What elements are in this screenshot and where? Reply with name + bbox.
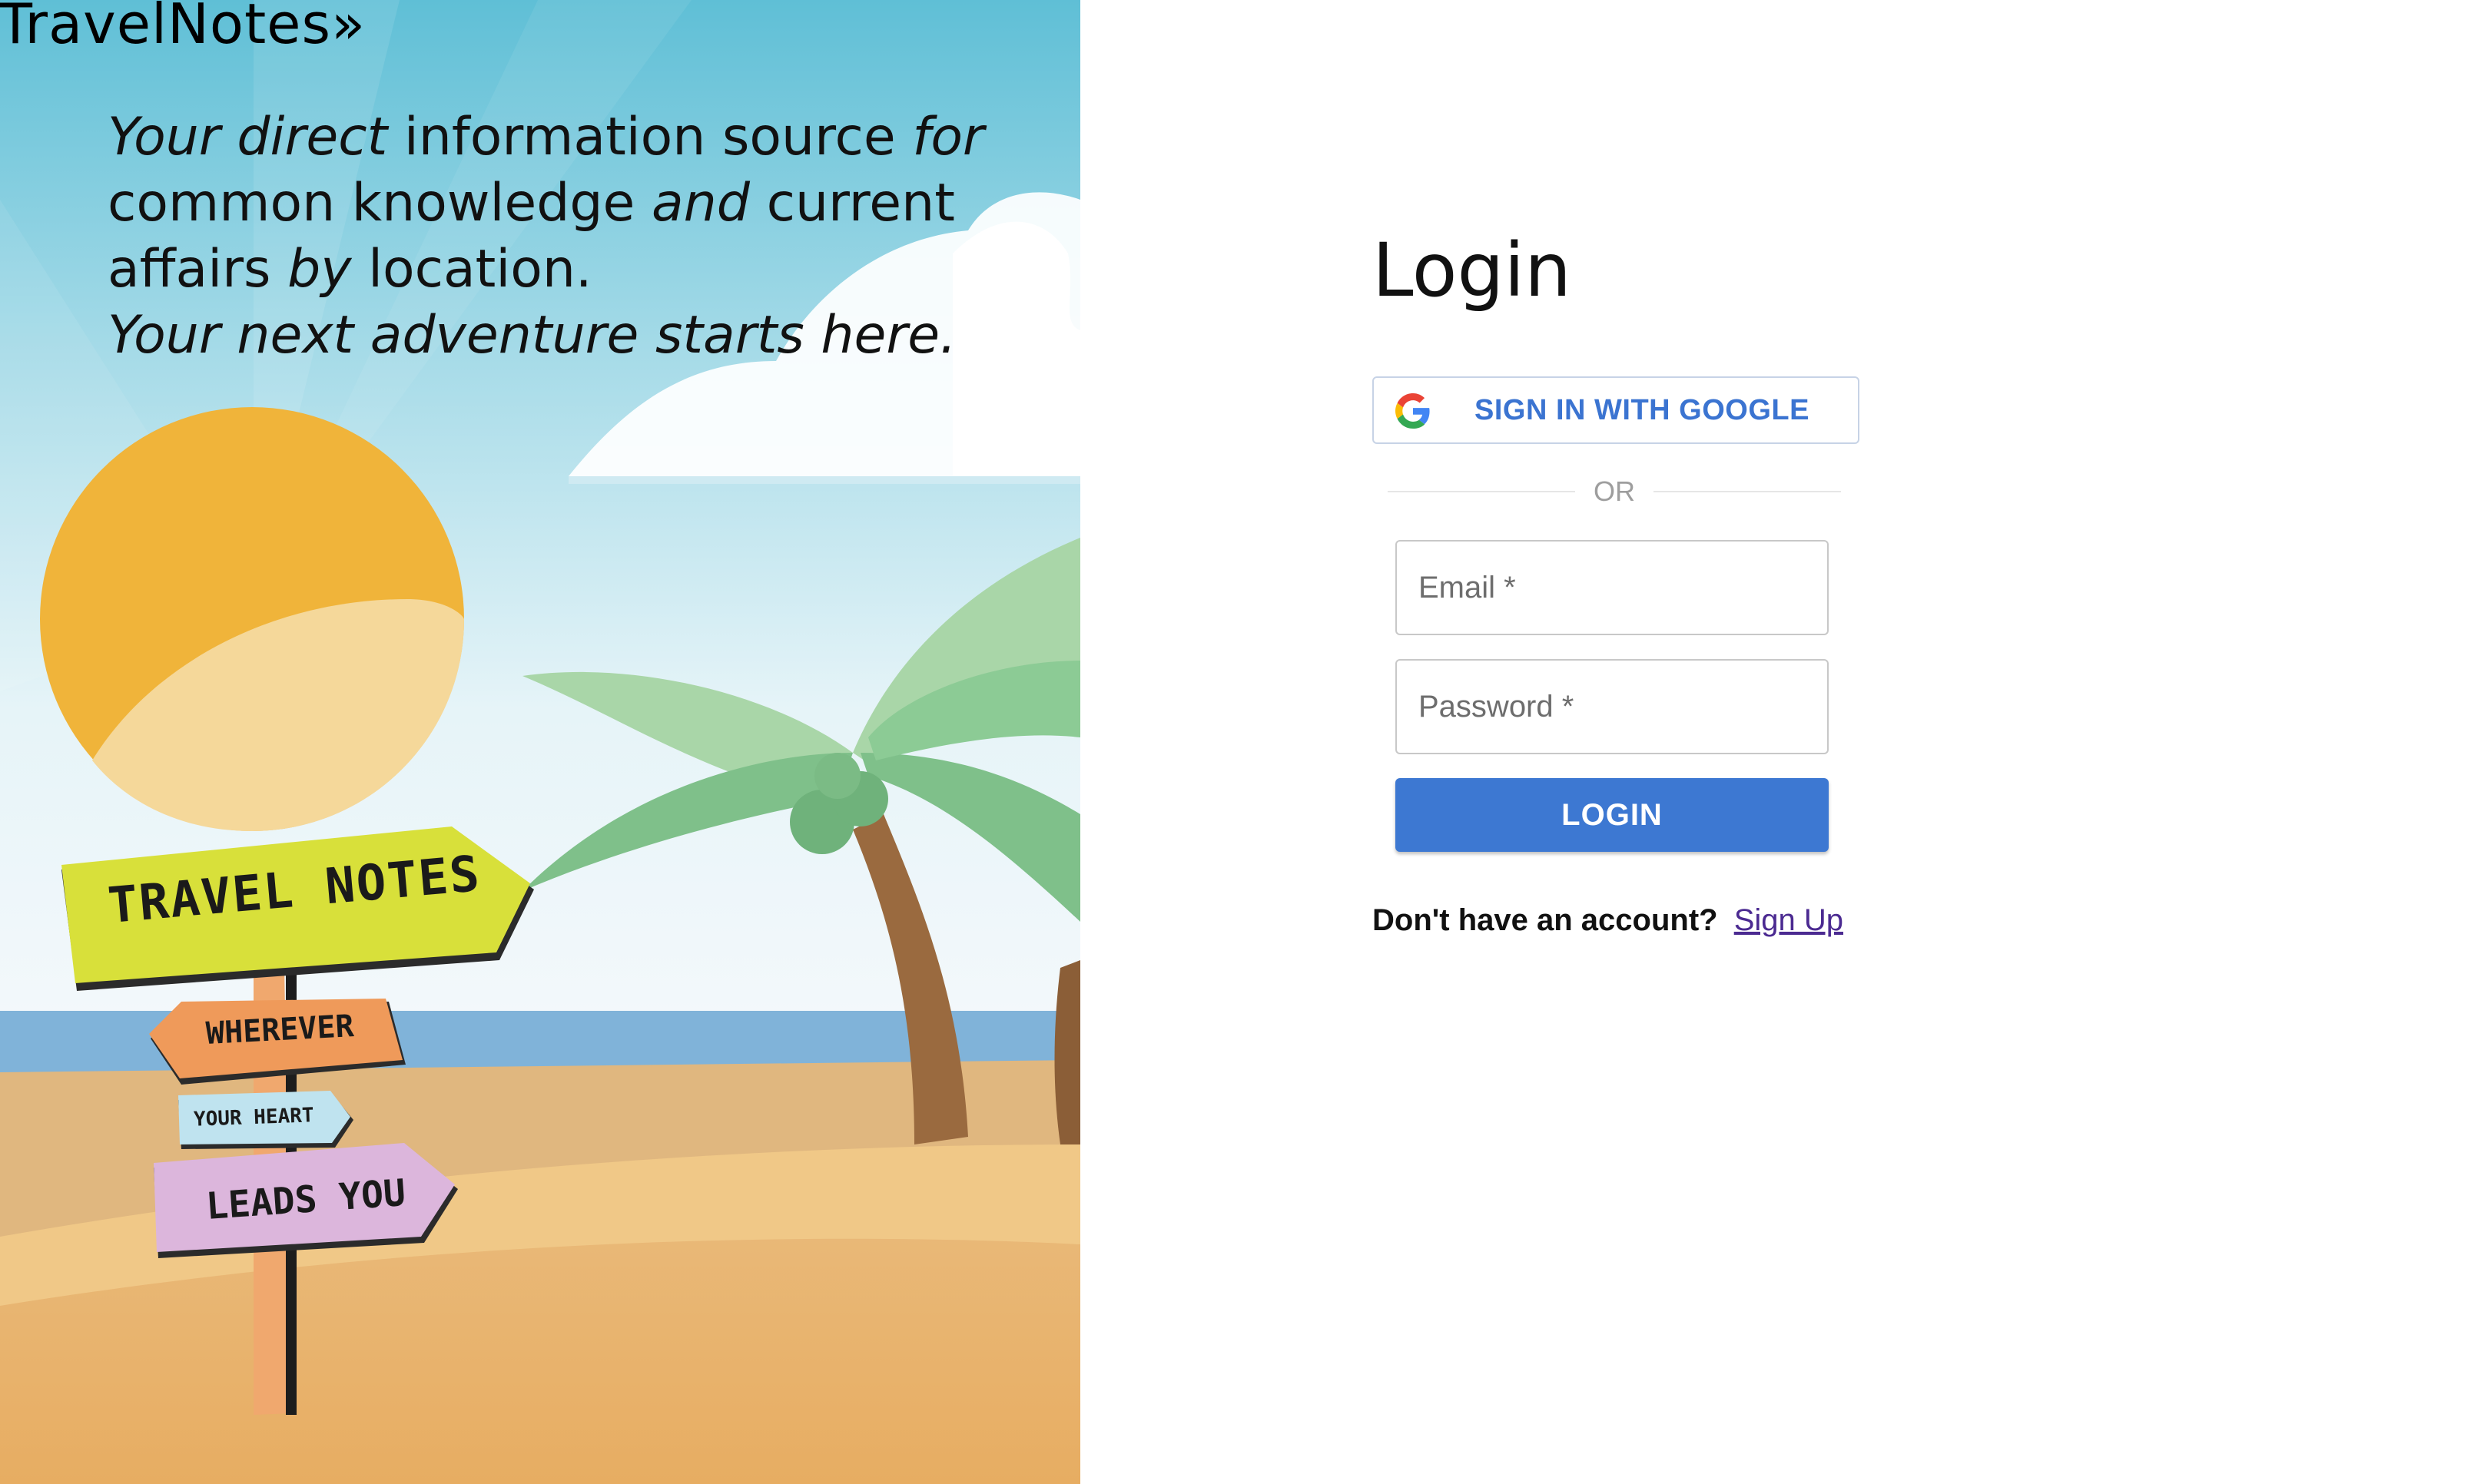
login-title: Login (1372, 227, 1571, 313)
tagline-part5: and (652, 173, 750, 234)
signup-link[interactable]: Sign Up (1734, 903, 1843, 937)
signup-prompt: Don't have an account? (1372, 903, 1718, 937)
tagline-part4: common knowledge (108, 173, 635, 234)
brand-logo[interactable]: TravelNotes» (0, 0, 366, 55)
tagline-part1: Your direct (108, 107, 388, 167)
divider-left (1388, 491, 1575, 492)
or-separator: OR (1388, 472, 1841, 512)
google-signin-button[interactable]: SIGN IN WITH GOOGLE (1372, 376, 1859, 444)
tagline-part8: location. (368, 239, 592, 300)
password-field-container (1395, 659, 1829, 754)
hero-tagline: Your direct information source for commo… (108, 104, 1014, 369)
tagline-part3: for (912, 107, 984, 167)
signup-row: Don't have an account? Sign Up (1372, 903, 1843, 938)
tagline-part9: Your next adventure starts here. (108, 305, 957, 366)
tagline-part7: by (287, 239, 352, 300)
login-button[interactable]: LOGIN (1395, 778, 1829, 852)
or-label: OR (1594, 475, 1635, 507)
divider-right (1653, 491, 1841, 492)
google-signin-label: SIGN IN WITH GOOGLE (1474, 393, 1809, 426)
hero-panel: TRAVEL NOTES WHEREVER YOUR HEART LEADS Y… (0, 0, 1080, 1484)
email-input[interactable] (1397, 542, 1827, 634)
email-field-container (1395, 540, 1829, 635)
tagline-part2: information source (403, 107, 896, 167)
password-input[interactable] (1397, 661, 1827, 753)
sign-your-heart: YOUR HEART (193, 1104, 315, 1131)
